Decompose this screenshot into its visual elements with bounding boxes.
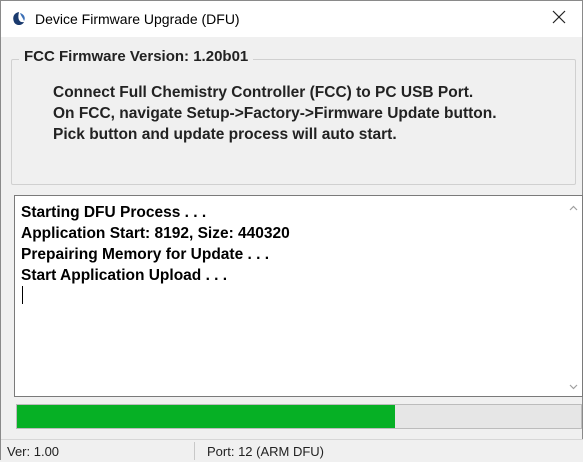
chevron-up-icon <box>569 198 578 216</box>
instruction-line: On FCC, navigate Setup->Factory->Firmwar… <box>53 105 497 122</box>
log-line: Starting DFU Process . . . <box>21 204 207 221</box>
log-textarea[interactable]: Starting DFU Process . . . Application S… <box>14 195 583 397</box>
firmware-version-label: FCC Firmware Version: 1.20b01 <box>19 48 254 65</box>
port-status: Port: 12 (ARM DFU) <box>207 444 325 459</box>
text-caret <box>22 286 23 304</box>
log-line: Application Start: 8192, Size: 440320 <box>21 225 290 242</box>
log-lines: Starting DFU Process . . . Application S… <box>21 202 290 286</box>
instructions: Connect Full Chemistry Controller (FCC) … <box>53 82 497 145</box>
close-icon <box>552 10 566 29</box>
chevron-down-icon <box>569 377 578 395</box>
scroll-down-button[interactable] <box>565 377 582 394</box>
title-bar: Device Firmware Upgrade (DFU) <box>1 1 582 37</box>
version-status: Ver: 1.00 <box>7 444 60 459</box>
status-divider <box>194 442 195 460</box>
close-button[interactable] <box>536 1 582 37</box>
status-bar: Ver: 1.00 Port: 12 (ARM DFU) <box>1 439 583 462</box>
window-title: Device Firmware Upgrade (DFU) <box>35 11 240 27</box>
progress-fill <box>17 405 395 428</box>
upload-progress-bar <box>16 404 582 429</box>
scroll-up-button[interactable] <box>565 198 582 215</box>
log-scrollbar[interactable] <box>565 196 582 396</box>
instruction-line: Connect Full Chemistry Controller (FCC) … <box>53 84 474 101</box>
dfu-window: Device Firmware Upgrade (DFU) FCC Firmwa… <box>0 0 583 462</box>
app-logo-icon <box>11 11 27 27</box>
log-line: Prepairing Memory for Update . . . <box>21 246 270 263</box>
instruction-line: Pick button and update process will auto… <box>53 126 397 143</box>
log-line: Start Application Upload . . . <box>21 267 228 284</box>
